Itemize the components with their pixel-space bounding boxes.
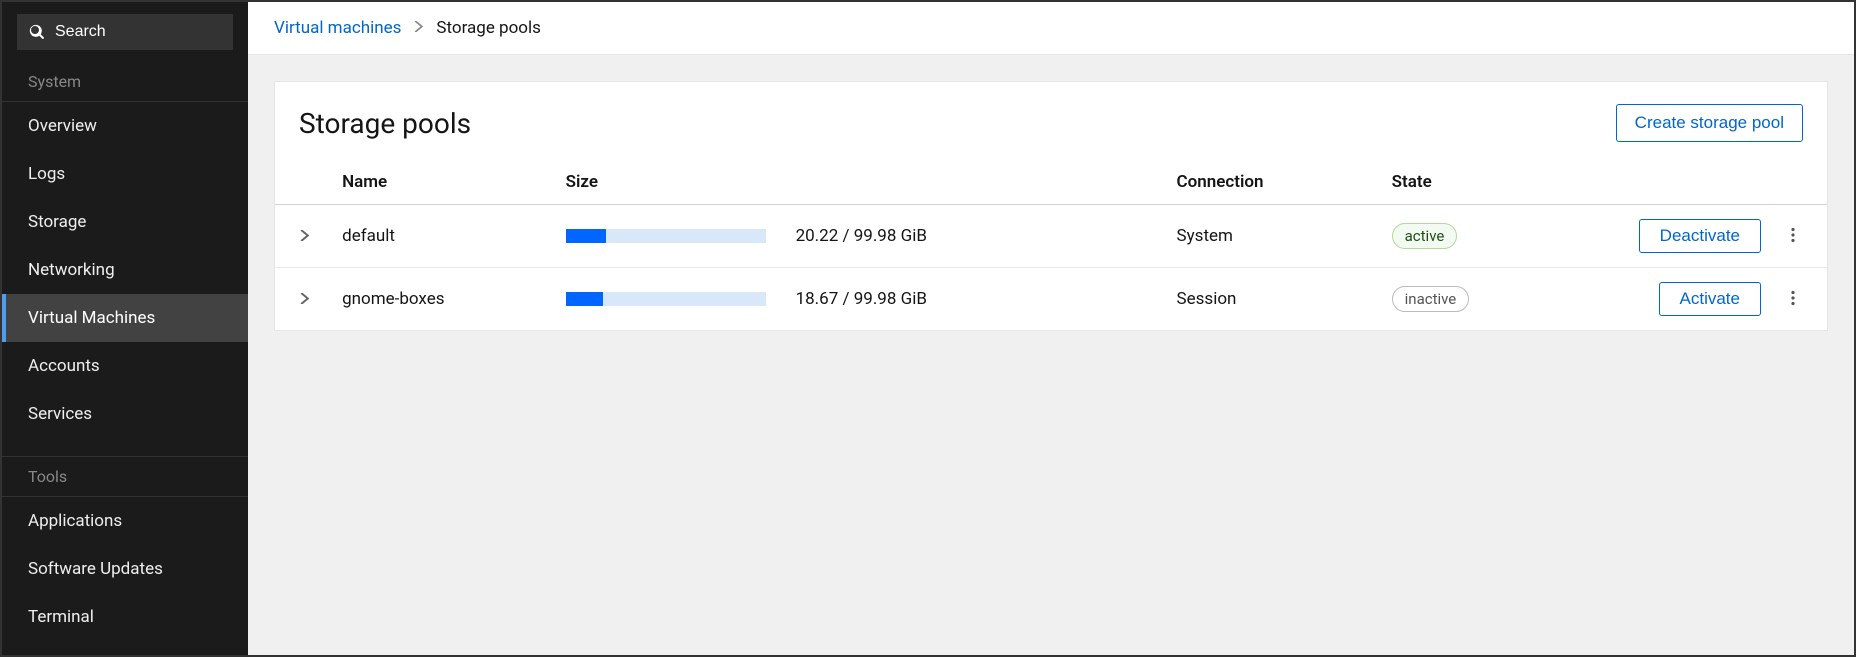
size-progress-bar (566, 292, 766, 306)
storage-pools-card: Storage pools Create storage pool Name S… (274, 81, 1828, 331)
sidebar: System Overview Logs Storage Networking … (2, 2, 248, 655)
pool-connection: System (1169, 205, 1384, 268)
search-icon (29, 24, 45, 40)
chevron-right-icon (299, 230, 310, 241)
nav-section-tools: Tools (2, 457, 248, 497)
column-header-state: State (1384, 160, 1608, 205)
table-row: default 20.22 / 99.98 GiB System active Deac… (275, 205, 1827, 268)
kebab-icon (1785, 227, 1801, 243)
sidebar-item-storage[interactable]: Storage (2, 198, 248, 246)
activate-button[interactable]: Activate (1659, 282, 1761, 316)
sidebar-item-logs[interactable]: Logs (2, 150, 248, 198)
pool-connection: Session (1169, 268, 1384, 331)
column-header-size: Size (558, 160, 1169, 205)
column-header-name: Name (334, 160, 557, 205)
main-content: Virtual machines Storage pools Storage p… (248, 2, 1854, 655)
row-actions-menu-button[interactable] (1781, 223, 1805, 250)
kebab-icon (1785, 290, 1801, 306)
chevron-right-icon (413, 21, 424, 35)
search-box[interactable] (17, 14, 233, 50)
create-storage-pool-button[interactable]: Create storage pool (1616, 104, 1803, 142)
sidebar-item-services[interactable]: Services (2, 390, 248, 438)
chevron-right-icon (299, 293, 310, 304)
sidebar-item-software-updates[interactable]: Software Updates (2, 545, 248, 593)
page-title: Storage pools (299, 107, 471, 140)
sidebar-item-virtual-machines[interactable]: Virtual Machines (2, 294, 248, 342)
expand-row-button[interactable] (293, 286, 316, 313)
column-header-connection: Connection (1169, 160, 1384, 205)
sidebar-item-accounts[interactable]: Accounts (2, 342, 248, 390)
state-badge: active (1392, 223, 1458, 249)
expand-row-button[interactable] (293, 223, 316, 250)
state-badge: inactive (1392, 286, 1470, 312)
pool-name: gnome-boxes (334, 268, 557, 331)
storage-pools-table: Name Size Connection State default 20.22 … (275, 160, 1827, 330)
row-actions-menu-button[interactable] (1781, 286, 1805, 313)
pool-name: default (334, 205, 557, 268)
sidebar-item-applications[interactable]: Applications (2, 497, 248, 545)
table-row: gnome-boxes 18.67 / 99.98 GiB Session inact… (275, 268, 1827, 331)
breadcrumb: Virtual machines Storage pools (248, 2, 1854, 55)
nav-section-system: System (2, 62, 248, 102)
size-text: 18.67 / 99.98 GiB (796, 289, 927, 309)
sidebar-item-networking[interactable]: Networking (2, 246, 248, 294)
deactivate-button[interactable]: Deactivate (1639, 219, 1761, 253)
sidebar-item-terminal[interactable]: Terminal (2, 593, 248, 641)
size-progress-bar (566, 229, 766, 243)
breadcrumb-parent-link[interactable]: Virtual machines (274, 18, 401, 38)
sidebar-item-overview[interactable]: Overview (2, 102, 248, 150)
size-text: 20.22 / 99.98 GiB (796, 226, 927, 246)
breadcrumb-current: Storage pools (436, 18, 540, 38)
search-input[interactable] (55, 23, 221, 41)
